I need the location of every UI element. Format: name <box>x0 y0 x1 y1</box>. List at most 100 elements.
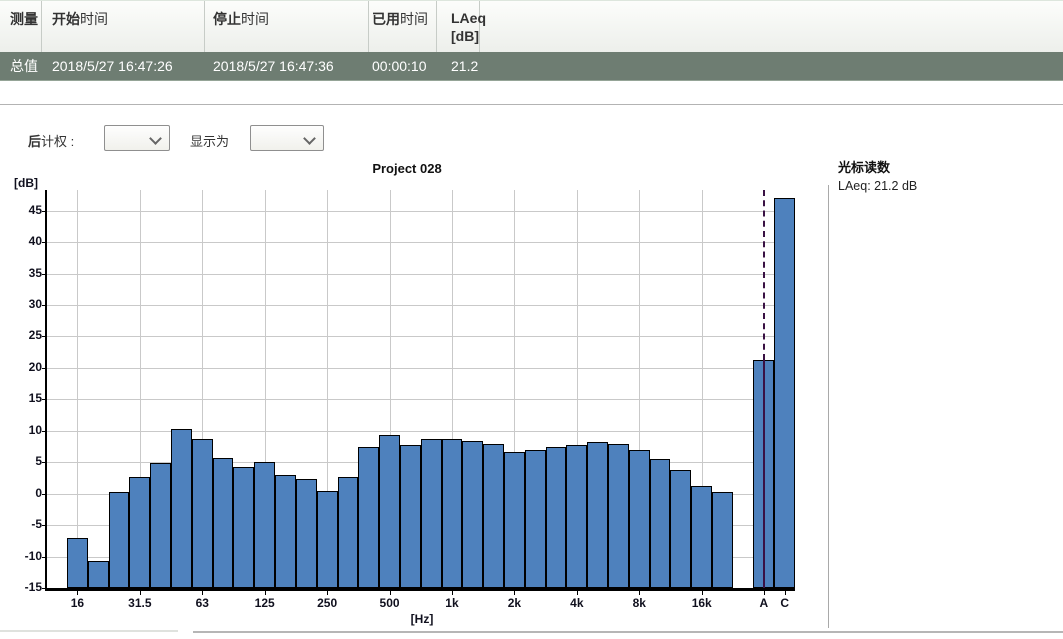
bar-25[interactable] <box>108 492 130 588</box>
display-as-label: 显示为 <box>190 134 230 149</box>
x-tick-label: 500 <box>379 596 400 610</box>
measurement-table-header: 测量 开始时间 停止时间 已用时间 LAeq [dB] <box>0 0 1063 53</box>
y-tick-label: 5 <box>35 454 42 469</box>
col-header-laeq-line2: [dB] <box>451 28 479 44</box>
col-header-start-rest: 时间 <box>80 11 108 27</box>
horizontal-splitter-right[interactable] <box>193 631 1063 633</box>
x-tick <box>202 591 204 595</box>
y-tick-label: 10 <box>28 422 42 437</box>
y-tick-label: -15 <box>24 580 42 594</box>
bar-40[interactable] <box>150 462 172 588</box>
h-gridline <box>47 430 795 432</box>
bar-80[interactable] <box>212 458 234 588</box>
bar-4k[interactable] <box>566 445 588 588</box>
bar-10k[interactable] <box>649 459 671 588</box>
bar-630[interactable] <box>399 444 421 588</box>
cell-stop-time: 2018/5/27 16:47:36 <box>213 58 334 74</box>
y-tick <box>42 210 47 212</box>
bar-250[interactable] <box>316 491 338 588</box>
v-gridline <box>77 190 79 588</box>
bar-6.3k[interactable] <box>608 444 629 588</box>
x-tick <box>264 591 266 595</box>
bar-20[interactable] <box>87 560 109 588</box>
y-tick-label: 30 <box>28 297 42 312</box>
bar-160[interactable] <box>275 475 296 588</box>
plot-area[interactable] <box>45 190 796 591</box>
y-tick-label: -5 <box>31 517 42 532</box>
bar-500[interactable] <box>379 435 400 588</box>
x-tick <box>763 591 765 595</box>
h-gridline <box>47 367 795 369</box>
h-gridline <box>47 242 795 244</box>
bar-63[interactable] <box>191 438 213 588</box>
x-tick <box>77 591 79 595</box>
y-tick <box>42 462 47 464</box>
col-header-stop-time: 停止时间 <box>213 9 269 29</box>
cell-elapsed-time: 00:00:10 <box>372 58 427 74</box>
x-tick-label: 16k <box>691 596 712 610</box>
bar-800[interactable] <box>420 438 442 588</box>
h-gridline <box>47 273 795 275</box>
cell-start-time: 2018/5/27 16:47:26 <box>52 58 173 74</box>
bar-3.15k[interactable] <box>545 447 567 588</box>
col-header-stop-bold: 停止 <box>213 11 241 27</box>
y-tick <box>42 336 47 338</box>
y-tick-label: 0 <box>35 485 42 500</box>
bar-100[interactable] <box>233 467 255 588</box>
measurement-total-row[interactable]: 总值 2018/5/27 16:47:26 2018/5/27 16:47:36… <box>0 52 1063 81</box>
y-tick <box>42 399 47 401</box>
bar-C[interactable] <box>774 197 796 588</box>
bar-1.25k[interactable] <box>462 440 484 588</box>
y-tick <box>42 273 47 275</box>
bar-200[interactable] <box>295 478 317 588</box>
bar-125[interactable] <box>254 461 276 588</box>
bar-5k[interactable] <box>587 442 609 588</box>
cursor-line <box>762 360 765 588</box>
x-tick-label: 63 <box>195 596 209 610</box>
bar-16[interactable] <box>67 537 88 588</box>
column-divider <box>436 1 437 53</box>
bar-12.5k[interactable] <box>670 470 692 588</box>
bar-400[interactable] <box>358 447 380 588</box>
bar-1k[interactable] <box>441 438 463 588</box>
col-header-elapsed-bold: 已用 <box>372 11 400 27</box>
x-tick <box>576 591 578 595</box>
post-weighting-select[interactable] <box>104 125 170 151</box>
y-tick <box>42 493 47 495</box>
x-tick <box>784 591 786 595</box>
x-tick-label: 2k <box>507 596 522 610</box>
horizontal-splitter-left[interactable] <box>0 630 178 632</box>
x-tick <box>139 591 141 595</box>
spectrum-chart: Project 028 [dB] [Hz] 45 40 35 30 25 20 15 10 5 0… <box>0 155 1063 635</box>
display-as-select[interactable] <box>250 125 324 151</box>
col-header-laeq-line1: LAeq <box>451 10 486 26</box>
x-tick-label: 31.5 <box>128 596 152 610</box>
x-tick <box>639 591 641 595</box>
y-tick <box>42 556 47 558</box>
bar-16k[interactable] <box>691 486 713 588</box>
bar-31.5[interactable] <box>129 477 151 588</box>
cursor-reading-panel: 光标读数 LAeq: 21.2 dB <box>838 157 917 193</box>
y-tick-label: 45 <box>28 202 42 217</box>
bar-8k[interactable] <box>628 449 650 588</box>
cell-laeq: 21.2 <box>451 58 479 74</box>
y-tick-label: 25 <box>28 328 42 343</box>
bar-50[interactable] <box>171 428 192 588</box>
x-tick-label: 125 <box>254 596 275 610</box>
y-tick <box>42 430 47 432</box>
bar-2.5k[interactable] <box>524 449 546 588</box>
y-tick-label: 35 <box>28 265 42 280</box>
x-axis-line <box>45 588 795 591</box>
x-tick <box>327 591 329 595</box>
post-weighting-label-bold: 后 <box>28 134 42 149</box>
bar-2k[interactable] <box>504 452 525 588</box>
chevron-down-icon <box>149 132 162 145</box>
cell-measurement: 总值 <box>10 58 38 74</box>
bar-20k[interactable] <box>712 491 733 588</box>
col-header-elapsed-rest: 时间 <box>400 11 428 27</box>
panel-divider <box>828 185 829 628</box>
bar-315[interactable] <box>337 477 359 588</box>
post-weighting-label-rest: 计权 : <box>41 134 75 149</box>
bar-1.6k[interactable] <box>483 444 504 588</box>
y-tick <box>42 588 47 589</box>
